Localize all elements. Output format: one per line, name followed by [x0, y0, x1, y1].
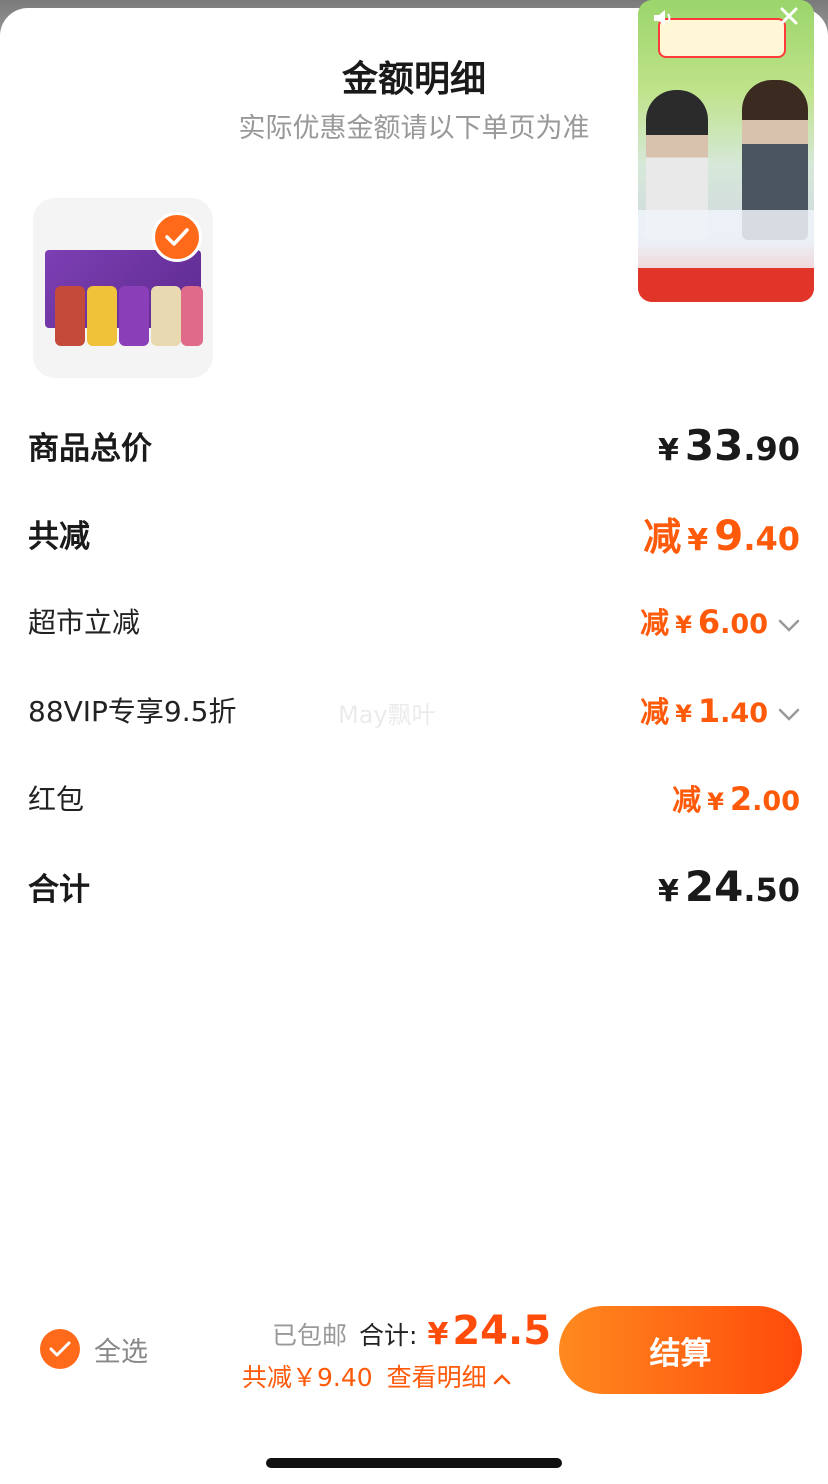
amount-decimal: .90	[743, 429, 800, 468]
product-can-image	[151, 286, 181, 346]
total-discount-amount: 减 ¥ 9 .40	[643, 506, 800, 561]
currency-symbol: ¥	[657, 432, 679, 468]
video-footer-banner	[638, 268, 814, 302]
amount-decimal: .50	[743, 870, 800, 909]
amount-integer: 1	[697, 692, 721, 730]
currency-symbol: ¥	[707, 788, 724, 816]
amount-decimal: .40	[720, 698, 768, 729]
product-can-image	[119, 286, 149, 346]
amount-integer: 6	[697, 603, 721, 641]
total-row: 合计 ¥ 24 .50	[28, 856, 800, 916]
red-packet-row: 红包 减 ¥ 2 .00	[28, 768, 800, 828]
chevron-up-icon[interactable]	[493, 1362, 511, 1391]
total-label: 合计	[28, 871, 90, 908]
amount-decimal: .40	[743, 519, 800, 558]
promo-banner-image	[658, 18, 786, 58]
select-all-checkbox[interactable]	[40, 1329, 80, 1369]
bottom-total-value: 24.5	[452, 1308, 552, 1354]
product-can-image	[55, 286, 85, 346]
currency-symbol: ¥	[657, 873, 679, 909]
vip-discount-label: 88VIP专享9.5折	[28, 695, 237, 728]
bottom-total-label: 合计:	[359, 1321, 418, 1350]
bottom-discount-text: 共减￥9.40	[242, 1363, 373, 1392]
currency-symbol: ¥	[675, 611, 692, 639]
discount-prefix: 减	[672, 783, 702, 817]
select-all-label: 全选	[94, 1336, 148, 1368]
currency-symbol: ¥	[687, 522, 709, 558]
total-discount-row: 共减 减 ¥ 9 .40	[28, 503, 800, 563]
chevron-down-icon[interactable]	[778, 614, 800, 639]
vip-discount-amount[interactable]: 减 ¥ 1 .40	[640, 689, 800, 731]
product-selected-check[interactable]	[152, 212, 202, 262]
supermarket-discount-amount[interactable]: 减 ¥ 6 .00	[640, 600, 800, 642]
currency-symbol: ¥	[427, 1317, 449, 1352]
chevron-down-icon[interactable]	[778, 703, 800, 728]
check-icon	[49, 1341, 71, 1357]
check-icon	[165, 228, 189, 246]
supermarket-discount-label: 超市立减	[28, 606, 141, 639]
total-discount-label: 共减	[28, 518, 90, 555]
currency-symbol: ¥	[675, 700, 692, 728]
amount-integer: 2	[729, 780, 753, 818]
speaker-icon[interactable]	[652, 8, 676, 33]
view-details-link[interactable]: 查看明细	[387, 1358, 487, 1394]
subtotal-row: 商品总价 ¥ 33 .90	[28, 415, 800, 475]
product-can-image	[181, 286, 203, 346]
video-table-image	[638, 210, 814, 268]
amount-integer: 9	[714, 510, 744, 560]
red-packet-amount: 减 ¥ 2 .00	[672, 777, 800, 819]
discount-detail-toggle[interactable]: 共减￥9.40 查看明细	[242, 1358, 511, 1394]
red-packet-label: 红包	[28, 783, 85, 816]
amount-decimal: .00	[720, 609, 768, 640]
discount-prefix: 减	[640, 695, 670, 729]
product-can-image	[87, 286, 117, 346]
bottom-total-summary: 已包邮 合计: ¥ 24.5	[272, 1308, 551, 1354]
amount-integer: 24	[684, 861, 744, 911]
supermarket-discount-row[interactable]: 超市立减 减 ¥ 6 .00	[28, 591, 800, 651]
subtotal-label: 商品总价	[28, 430, 152, 467]
discount-prefix: 减	[643, 514, 682, 559]
total-amount: ¥ 24 .50	[658, 862, 800, 911]
live-video-popup[interactable]	[638, 0, 814, 302]
free-shipping-text: 已包邮	[272, 1321, 348, 1350]
subtotal-amount: ¥ 33 .90	[658, 421, 800, 470]
amount-decimal: .00	[752, 786, 800, 817]
close-icon[interactable]	[778, 4, 800, 34]
home-indicator	[266, 1458, 562, 1468]
select-all-toggle[interactable]: 全选	[40, 1329, 148, 1369]
amount-integer: 33	[684, 420, 744, 470]
discount-prefix: 减	[640, 606, 670, 640]
checkout-button[interactable]: 结算	[559, 1306, 802, 1394]
watermark-text: May飘叶	[338, 701, 436, 729]
